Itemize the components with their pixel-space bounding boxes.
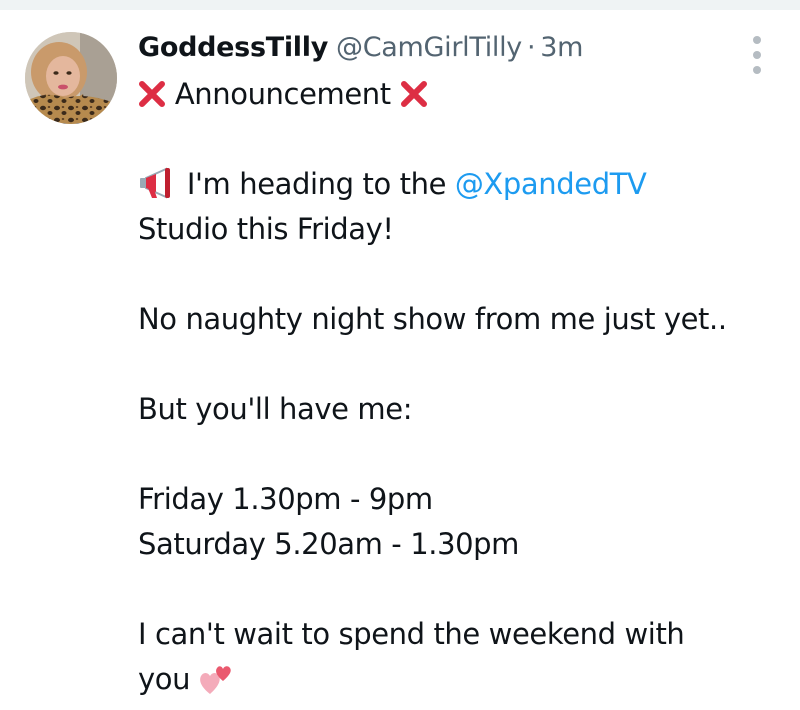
tweet-text: Announcement I'm heading to the @Xpanded… bbox=[138, 72, 788, 702]
tweet-header: GoddessTilly @CamGirlTilly · 3m bbox=[138, 28, 583, 68]
announcement-line: Announcement bbox=[138, 72, 788, 117]
tweet-line-5: Friday 1.30pm - 9pm bbox=[138, 482, 433, 516]
red-cross-mark-icon bbox=[138, 76, 166, 107]
tweet[interactable]: GoddessTilly @CamGirlTilly · 3m Announce… bbox=[0, 10, 800, 709]
red-cross-mark-icon bbox=[400, 76, 428, 107]
tweet-line-6: Saturday 5.20am - 1.30pm bbox=[138, 527, 520, 561]
megaphone-icon bbox=[138, 166, 178, 200]
user-handle[interactable]: @CamGirlTilly bbox=[336, 28, 522, 68]
timestamp[interactable]: 3m bbox=[540, 28, 583, 68]
top-divider bbox=[0, 0, 800, 10]
separator-dot: · bbox=[527, 32, 536, 63]
tweet-line-1-text: I'm heading to the bbox=[186, 167, 455, 201]
tweet-line-3: No naughty night show from me just yet.. bbox=[138, 302, 727, 336]
mention-link[interactable]: @XpandedTV bbox=[455, 167, 647, 201]
display-name[interactable]: GoddessTilly bbox=[138, 28, 328, 68]
tweet-line-8: you bbox=[138, 657, 788, 702]
tweet-line-7: I can't wait to spend the weekend with bbox=[138, 617, 685, 651]
announcement-title: Announcement bbox=[174, 77, 391, 111]
tweet-line-4: But you'll have me: bbox=[138, 392, 413, 426]
tweet-line-1: I'm heading to the @XpandedTV bbox=[138, 162, 788, 207]
two-hearts-icon bbox=[198, 663, 234, 697]
tweet-line-2: Studio this Friday! bbox=[138, 212, 394, 246]
tweet-line-8-text: you bbox=[138, 662, 191, 696]
user-avatar[interactable] bbox=[25, 32, 117, 124]
